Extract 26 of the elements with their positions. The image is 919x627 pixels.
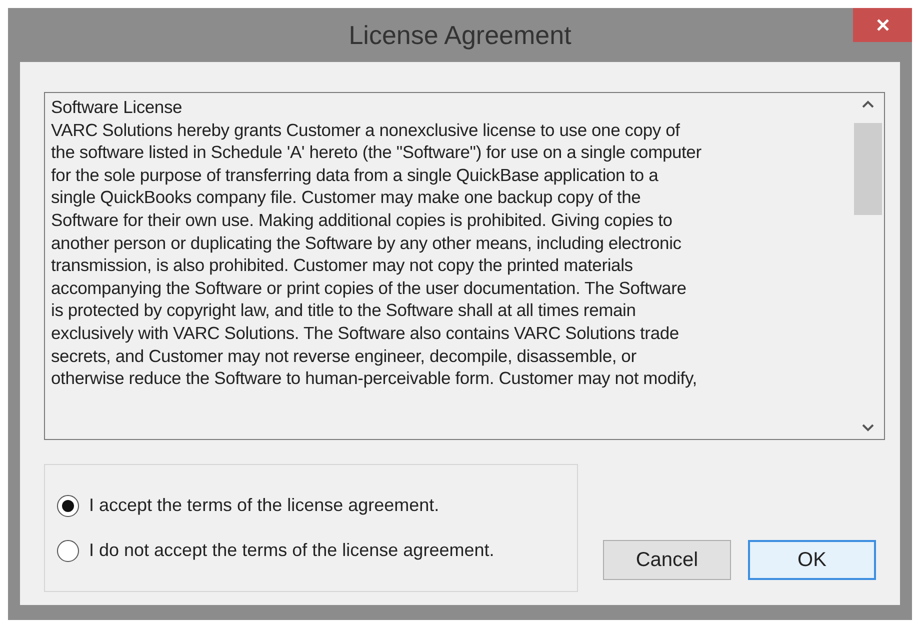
ok-button[interactable]: OK [748, 540, 876, 580]
license-text-line: VARC Solutions hereby grants Customer a nonexclusive license to use one copy of [51, 118, 680, 142]
license-text-line: secrets, and Customer may not reverse engineer, decompile, disassemble, or [51, 344, 636, 368]
window-title: License Agreement [348, 18, 572, 52]
scroll-down-icon[interactable] [861, 423, 875, 433]
license-text-line: single QuickBooks company file. Customer may make one backup copy of the [51, 186, 641, 209]
license-text-line: Software for their own use. Making additional copies is prohibited. Giving copies to [51, 208, 672, 232]
scrollbar-thumb[interactable] [854, 123, 882, 215]
license-text-box[interactable] [44, 92, 885, 440]
license-text-line: otherwise reduce the Software to human-perceivable form. Customer may not modify, [51, 367, 697, 390]
radio-button[interactable] [57, 540, 79, 562]
radio-button[interactable] [57, 494, 79, 516]
radio-label[interactable]: I accept the terms of the license agreement. [89, 492, 440, 519]
license-text-line: for the sole purpose of transferring data from a single QuickBase application to a [51, 164, 658, 186]
close-button[interactable] [853, 8, 912, 42]
license-text-line: transmission, is also prohibited. Customer may not copy the printed materials [51, 254, 633, 277]
license-text-line: is protected by copyright law, and title to the Software shall at all times remain [51, 299, 636, 322]
license-text-line: Software License [51, 96, 182, 119]
scroll-up-icon[interactable] [861, 99, 875, 109]
license-text-line: the software listed in Schedule 'A' hereto (the "Software") for use on a single computer [51, 141, 702, 164]
close-icon [876, 18, 890, 32]
cancel-button[interactable]: Cancel [603, 540, 731, 580]
license-text-line: accompanying the Software or print copies of the user documentation. The Software [51, 276, 686, 300]
radio-label[interactable]: I do not accept the terms of the license agreement. [89, 537, 494, 564]
license-text-line: exclusively with VARC Solutions. The Software also contains VARC Solutions trade [51, 322, 679, 345]
license-text-line: another person or duplicating the Software by any other means, including electronic [51, 232, 682, 254]
